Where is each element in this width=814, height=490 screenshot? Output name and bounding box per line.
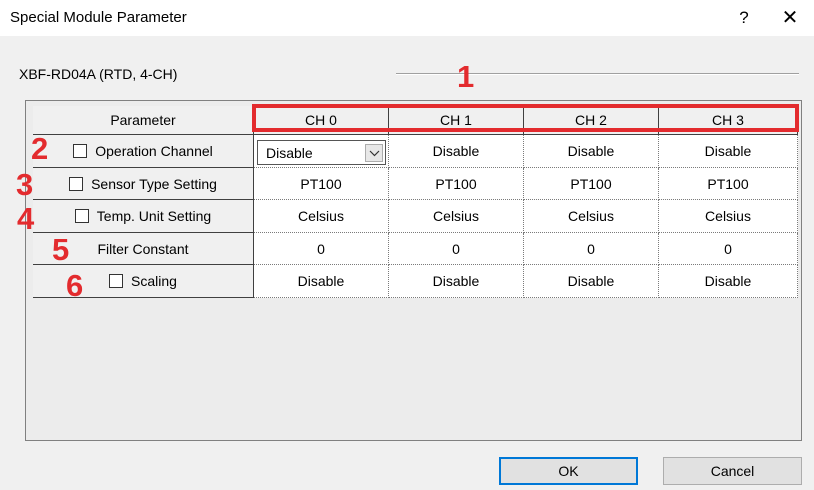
table-cell[interactable]: Disable — [524, 135, 659, 168]
dropdown-value: Disable — [266, 145, 313, 161]
table-cell[interactable]: Disable — [389, 135, 524, 168]
window-title: Special Module Parameter — [10, 9, 187, 26]
annotation-2: 2 — [31, 131, 49, 166]
param-label: Operation Channel — [95, 143, 213, 159]
param-operation-channel: Operation Channel — [33, 135, 254, 168]
table-cell[interactable]: Disable — [659, 265, 798, 298]
operation-channel-ch0-dropdown[interactable]: Disable — [257, 140, 386, 165]
table-cell[interactable]: PT100 — [254, 168, 389, 200]
annotation-1: 1 — [457, 59, 475, 94]
param-label: Filter Constant — [97, 240, 189, 257]
operation-channel-checkbox[interactable] — [73, 144, 88, 158]
param-label: Temp. Unit Setting — [96, 208, 212, 224]
sensor-type-checkbox[interactable] — [69, 176, 84, 191]
temp-unit-checkbox[interactable] — [74, 209, 89, 223]
param-temp-unit-setting: Temp. Unit Setting — [33, 200, 254, 233]
annotation-6: 6 — [66, 268, 84, 303]
table-cell[interactable]: Disable — [389, 265, 524, 298]
channel-header-highlight — [252, 104, 799, 132]
annotation-4: 4 — [17, 201, 35, 236]
param-label: Scaling — [131, 273, 177, 289]
module-label: XBF-RD04A (RTD, 4-CH) — [19, 66, 178, 82]
table-cell[interactable]: PT100 — [524, 168, 659, 200]
chevron-down-icon[interactable] — [365, 144, 383, 162]
table-cell[interactable]: Celsius — [389, 200, 524, 233]
help-button[interactable]: ? — [732, 6, 756, 30]
table-cell[interactable]: PT100 — [659, 168, 798, 200]
table-cell[interactable]: 0 — [389, 233, 524, 265]
table-cell[interactable]: Celsius — [524, 200, 659, 233]
table-cell[interactable]: PT100 — [389, 168, 524, 200]
ok-button[interactable]: OK — [499, 457, 638, 485]
table-cell[interactable]: Disable — [524, 265, 659, 298]
table-cell[interactable]: Disable — [254, 265, 389, 298]
table-cell[interactable]: 0 — [524, 233, 659, 265]
table-cell[interactable]: 0 — [659, 233, 798, 265]
table-cell[interactable]: Celsius — [254, 200, 389, 233]
param-label: Sensor Type Setting — [91, 175, 217, 192]
table-cell[interactable]: 0 — [254, 233, 389, 265]
scaling-checkbox[interactable] — [109, 274, 124, 288]
param-sensor-type-setting: Sensor Type Setting — [33, 168, 254, 200]
table-cell[interactable]: Disable — [659, 135, 798, 168]
close-button[interactable]: ✕ — [777, 6, 803, 30]
header-parameter: Parameter — [33, 106, 254, 135]
title-bar: Special Module Parameter ? ✕ — [0, 0, 814, 36]
cancel-button[interactable]: Cancel — [663, 457, 802, 485]
annotation-5: 5 — [52, 232, 70, 267]
annotation-3: 3 — [16, 167, 34, 202]
table-cell[interactable]: Celsius — [659, 200, 798, 233]
